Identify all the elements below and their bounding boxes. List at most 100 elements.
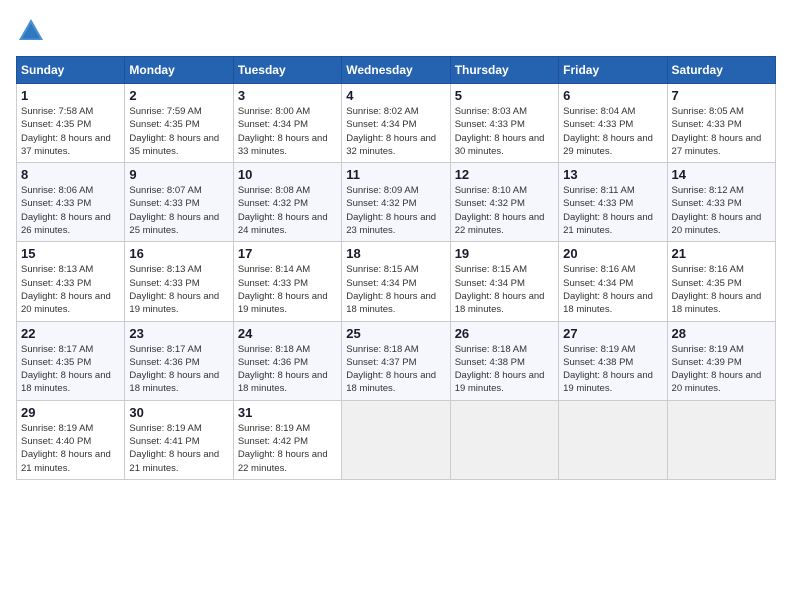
day-info: Sunrise: 8:17 AMSunset: 4:35 PMDaylight:… — [21, 343, 120, 396]
calendar-cell: 11Sunrise: 8:09 AMSunset: 4:32 PMDayligh… — [342, 163, 450, 242]
day-number: 20 — [563, 246, 662, 261]
page-header — [16, 16, 776, 46]
day-info: Sunrise: 8:19 AMSunset: 4:42 PMDaylight:… — [238, 422, 337, 475]
calendar-header-thursday: Thursday — [450, 57, 558, 84]
calendar-cell: 12Sunrise: 8:10 AMSunset: 4:32 PMDayligh… — [450, 163, 558, 242]
day-number: 24 — [238, 326, 337, 341]
day-number: 15 — [21, 246, 120, 261]
calendar-cell: 29 Sunrise: 8:19 AMSunset: 4:40 PMDayligh… — [17, 400, 125, 479]
day-number: 10 — [238, 167, 337, 182]
calendar-cell: 22 Sunrise: 8:17 AMSunset: 4:35 PMDayligh… — [17, 321, 125, 400]
day-number: 7 — [672, 88, 771, 103]
logo — [16, 16, 50, 46]
day-number: 4 — [346, 88, 445, 103]
calendar-cell: 27 Sunrise: 8:19 AMSunset: 4:38 PMDayligh… — [559, 321, 667, 400]
calendar-week-row: 22 Sunrise: 8:17 AMSunset: 4:35 PMDayligh… — [17, 321, 776, 400]
calendar-cell — [559, 400, 667, 479]
calendar-cell: 10Sunrise: 8:08 AMSunset: 4:32 PMDayligh… — [233, 163, 341, 242]
day-info: Sunrise: 8:13 AMSunset: 4:33 PMDaylight:… — [21, 263, 120, 316]
calendar-cell: 23 Sunrise: 8:17 AMSunset: 4:36 PMDayligh… — [125, 321, 233, 400]
day-number: 31 — [238, 405, 337, 420]
day-number: 23 — [129, 326, 228, 341]
day-info: Sunrise: 8:18 AMSunset: 4:37 PMDaylight:… — [346, 343, 445, 396]
day-number: 6 — [563, 88, 662, 103]
day-number: 18 — [346, 246, 445, 261]
day-number: 9 — [129, 167, 228, 182]
calendar-week-row: 8Sunrise: 8:06 AMSunset: 4:33 PMDaylight… — [17, 163, 776, 242]
day-number: 28 — [672, 326, 771, 341]
day-info: Sunrise: 8:18 AMSunset: 4:36 PMDaylight:… — [238, 343, 337, 396]
calendar-cell — [667, 400, 775, 479]
calendar-cell: 5Sunrise: 8:03 AMSunset: 4:33 PMDaylight… — [450, 84, 558, 163]
calendar-cell: 4 Sunrise: 8:02 AMSunset: 4:34 PMDaylight… — [342, 84, 450, 163]
day-info: Sunrise: 8:05 AMSunset: 4:33 PMDaylight:… — [672, 105, 771, 158]
calendar-cell: 7 Sunrise: 8:05 AMSunset: 4:33 PMDaylight… — [667, 84, 775, 163]
calendar-cell: 17 Sunrise: 8:14 AMSunset: 4:33 PMDayligh… — [233, 242, 341, 321]
calendar-cell: 26Sunrise: 8:18 AMSunset: 4:38 PMDayligh… — [450, 321, 558, 400]
day-info: Sunrise: 7:59 AMSunset: 4:35 PMDaylight:… — [129, 105, 228, 158]
day-info: Sunrise: 8:00 AMSunset: 4:34 PMDaylight:… — [238, 105, 337, 158]
calendar-cell: 15 Sunrise: 8:13 AMSunset: 4:33 PMDayligh… — [17, 242, 125, 321]
day-info: Sunrise: 8:15 AMSunset: 4:34 PMDaylight:… — [455, 263, 554, 316]
calendar-cell: 6Sunrise: 8:04 AMSunset: 4:33 PMDaylight… — [559, 84, 667, 163]
day-info: Sunrise: 7:58 AMSunset: 4:35 PMDaylight:… — [21, 105, 120, 158]
day-info: Sunrise: 8:16 AMSunset: 4:34 PMDaylight:… — [563, 263, 662, 316]
calendar-header-saturday: Saturday — [667, 57, 775, 84]
calendar-cell: 2 Sunrise: 7:59 AMSunset: 4:35 PMDaylight… — [125, 84, 233, 163]
calendar-cell: 31 Sunrise: 8:19 AMSunset: 4:42 PMDayligh… — [233, 400, 341, 479]
calendar-cell: 8Sunrise: 8:06 AMSunset: 4:33 PMDaylight… — [17, 163, 125, 242]
day-number: 1 — [21, 88, 120, 103]
day-number: 19 — [455, 246, 554, 261]
day-number: 14 — [672, 167, 771, 182]
calendar-week-row: 15 Sunrise: 8:13 AMSunset: 4:33 PMDayligh… — [17, 242, 776, 321]
day-info: Sunrise: 8:10 AMSunset: 4:32 PMDaylight:… — [455, 184, 554, 237]
day-info: Sunrise: 8:17 AMSunset: 4:36 PMDaylight:… — [129, 343, 228, 396]
day-number: 5 — [455, 88, 554, 103]
day-number: 25 — [346, 326, 445, 341]
calendar-cell: 3 Sunrise: 8:00 AMSunset: 4:34 PMDaylight… — [233, 84, 341, 163]
calendar-cell — [342, 400, 450, 479]
calendar-header-wednesday: Wednesday — [342, 57, 450, 84]
day-info: Sunrise: 8:12 AMSunset: 4:33 PMDaylight:… — [672, 184, 771, 237]
calendar-cell: 18Sunrise: 8:15 AMSunset: 4:34 PMDayligh… — [342, 242, 450, 321]
calendar-header-tuesday: Tuesday — [233, 57, 341, 84]
calendar-cell: 30 Sunrise: 8:19 AMSunset: 4:41 PMDayligh… — [125, 400, 233, 479]
calendar-cell: 21Sunrise: 8:16 AMSunset: 4:35 PMDayligh… — [667, 242, 775, 321]
logo-icon — [16, 16, 46, 46]
calendar-week-row: 29 Sunrise: 8:19 AMSunset: 4:40 PMDayligh… — [17, 400, 776, 479]
day-number: 2 — [129, 88, 228, 103]
day-number: 3 — [238, 88, 337, 103]
calendar-cell — [450, 400, 558, 479]
day-number: 11 — [346, 167, 445, 182]
day-info: Sunrise: 8:19 AMSunset: 4:41 PMDaylight:… — [129, 422, 228, 475]
day-number: 22 — [21, 326, 120, 341]
day-info: Sunrise: 8:13 AMSunset: 4:33 PMDaylight:… — [129, 263, 228, 316]
calendar-cell: 13 Sunrise: 8:11 AMSunset: 4:33 PMDayligh… — [559, 163, 667, 242]
calendar-cell: 16 Sunrise: 8:13 AMSunset: 4:33 PMDayligh… — [125, 242, 233, 321]
calendar-header-monday: Monday — [125, 57, 233, 84]
day-info: Sunrise: 8:19 AMSunset: 4:40 PMDaylight:… — [21, 422, 120, 475]
calendar-cell: 24 Sunrise: 8:18 AMSunset: 4:36 PMDayligh… — [233, 321, 341, 400]
calendar-cell: 20 Sunrise: 8:16 AMSunset: 4:34 PMDayligh… — [559, 242, 667, 321]
calendar-cell: 19 Sunrise: 8:15 AMSunset: 4:34 PMDayligh… — [450, 242, 558, 321]
calendar-cell: 9 Sunrise: 8:07 AMSunset: 4:33 PMDaylight… — [125, 163, 233, 242]
day-number: 17 — [238, 246, 337, 261]
day-info: Sunrise: 8:19 AMSunset: 4:39 PMDaylight:… — [672, 343, 771, 396]
day-info: Sunrise: 8:14 AMSunset: 4:33 PMDaylight:… — [238, 263, 337, 316]
calendar-header-sunday: Sunday — [17, 57, 125, 84]
day-info: Sunrise: 8:11 AMSunset: 4:33 PMDaylight:… — [563, 184, 662, 237]
day-number: 27 — [563, 326, 662, 341]
day-info: Sunrise: 8:19 AMSunset: 4:38 PMDaylight:… — [563, 343, 662, 396]
calendar-header-friday: Friday — [559, 57, 667, 84]
day-number: 29 — [21, 405, 120, 420]
day-info: Sunrise: 8:07 AMSunset: 4:33 PMDaylight:… — [129, 184, 228, 237]
calendar-cell: 25 Sunrise: 8:18 AMSunset: 4:37 PMDayligh… — [342, 321, 450, 400]
day-number: 26 — [455, 326, 554, 341]
calendar-cell: 1 Sunrise: 7:58 AMSunset: 4:35 PMDaylight… — [17, 84, 125, 163]
day-number: 16 — [129, 246, 228, 261]
day-number: 13 — [563, 167, 662, 182]
day-number: 30 — [129, 405, 228, 420]
day-info: Sunrise: 8:02 AMSunset: 4:34 PMDaylight:… — [346, 105, 445, 158]
calendar-week-row: 1 Sunrise: 7:58 AMSunset: 4:35 PMDaylight… — [17, 84, 776, 163]
calendar-cell: 14 Sunrise: 8:12 AMSunset: 4:33 PMDayligh… — [667, 163, 775, 242]
